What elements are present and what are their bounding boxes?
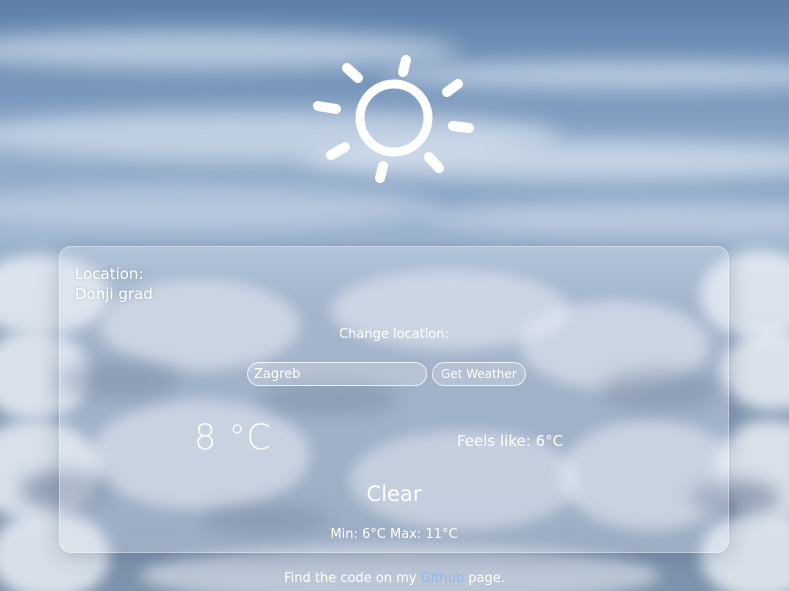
max-label: Max: — [390, 527, 422, 542]
max-value: 11°C — [425, 527, 458, 542]
min-value: 6°C — [362, 527, 386, 542]
weather-card: Location: Donji grad Change location: Ge… — [59, 246, 729, 553]
footer: Find the code on my Github page. — [0, 571, 789, 586]
location-form: Get Weather — [247, 362, 526, 386]
weather-condition: Clear — [366, 482, 422, 506]
location-label: Location: — [75, 265, 144, 283]
feels-like-value: 6°C — [535, 432, 564, 450]
feels-like: Feels like: 6°C — [457, 432, 563, 450]
get-weather-button[interactable]: Get Weather — [432, 362, 526, 386]
change-location-label: Change location: — [339, 327, 449, 342]
sun-icon — [305, 48, 485, 193]
city-input[interactable] — [247, 362, 427, 386]
location-name: Donji grad — [75, 285, 153, 303]
temperature-value: 8 °C — [194, 418, 272, 458]
min-max-temperature: Min: 6°C Max: 11°C — [60, 527, 728, 542]
footer-prefix: Find the code on my — [284, 571, 417, 586]
feels-like-label: Feels like: — [457, 432, 531, 450]
github-link[interactable]: Github — [421, 571, 465, 586]
footer-suffix: page. — [468, 571, 505, 586]
min-label: Min: — [330, 527, 358, 542]
